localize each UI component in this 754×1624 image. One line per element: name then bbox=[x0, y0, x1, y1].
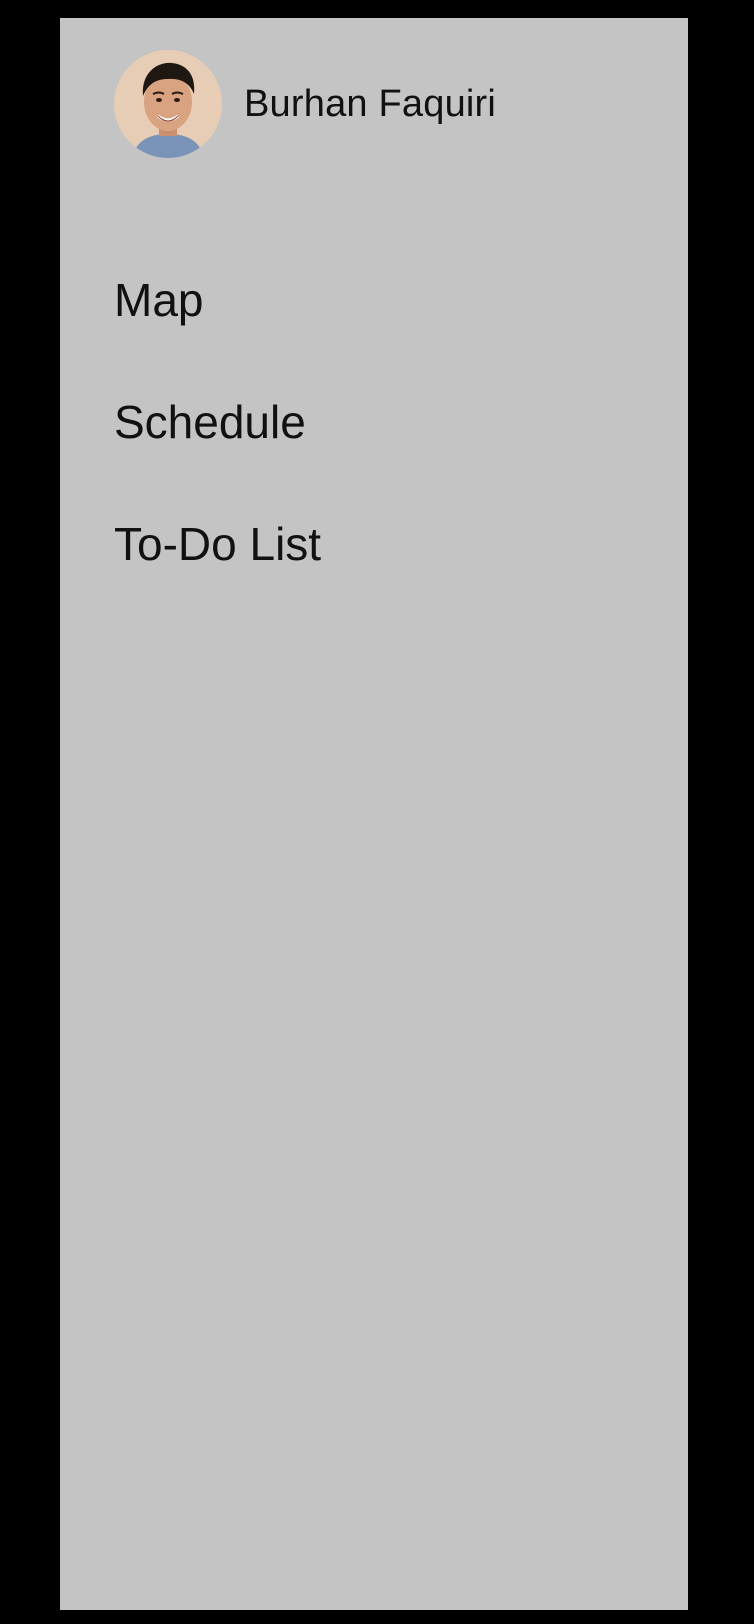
navigation-drawer: Burhan Faquiri Map Schedule To-Do List bbox=[60, 18, 688, 1610]
user-avatar[interactable] bbox=[114, 50, 222, 158]
user-name: Burhan Faquiri bbox=[244, 82, 497, 125]
menu-item-map[interactable]: Map bbox=[114, 250, 321, 372]
avatar-photo-icon bbox=[114, 50, 222, 158]
drawer-menu: Map Schedule To-Do List bbox=[114, 250, 321, 616]
user-profile[interactable]: Burhan Faquiri bbox=[114, 50, 496, 158]
menu-item-schedule[interactable]: Schedule bbox=[114, 372, 321, 494]
menu-item-todo-list[interactable]: To-Do List bbox=[114, 494, 321, 616]
app-screen: Burhan Faquiri Map Schedule To-Do List bbox=[0, 0, 754, 1624]
